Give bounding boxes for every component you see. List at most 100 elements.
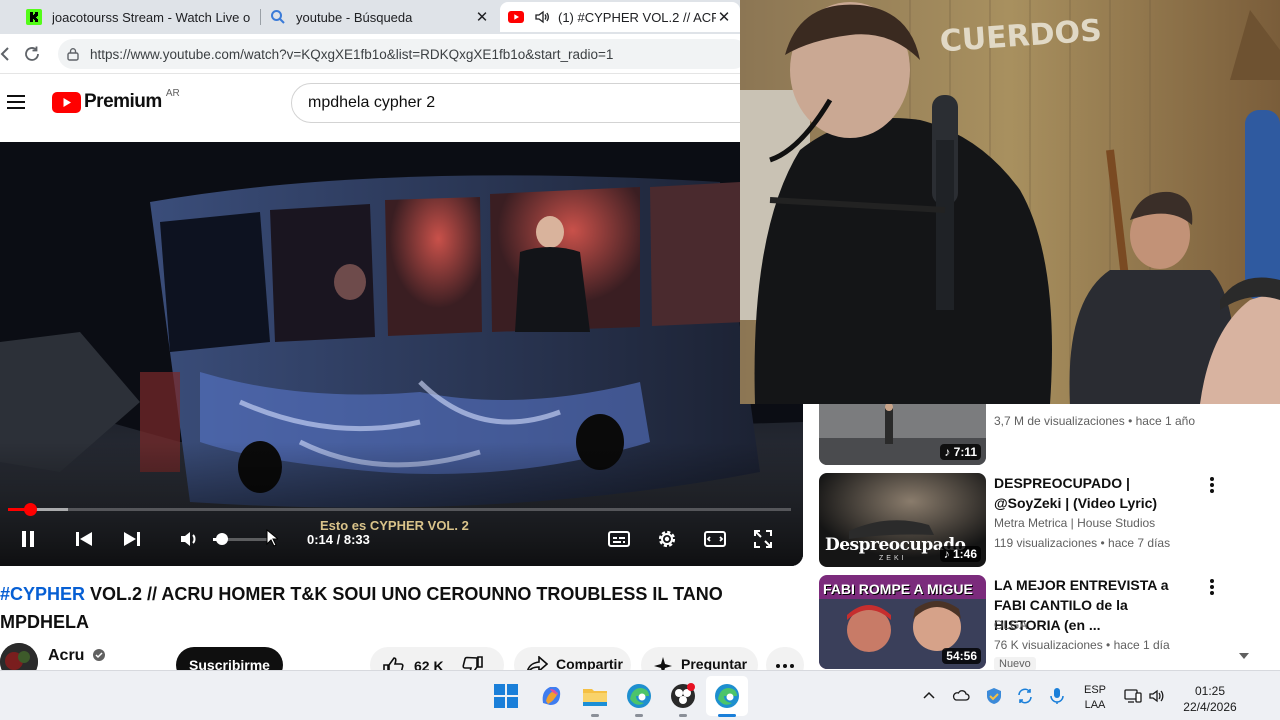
gear-icon — [658, 530, 676, 548]
security-shield-icon[interactable] — [985, 687, 1003, 705]
youtube-icon — [508, 11, 524, 23]
tab-divider — [260, 9, 261, 25]
thumbnail-text: FABI ROMPE A MIGUE — [823, 581, 973, 597]
youtube-logo-icon — [52, 91, 81, 113]
back-arrow-icon[interactable] — [0, 46, 10, 62]
speaker-icon[interactable] — [534, 9, 550, 25]
address-bar: https://www.youtube.com/watch?v=KQxgXE1f… — [0, 34, 748, 74]
fullscreen-icon — [754, 530, 772, 548]
webcam-overlay: CUERDOS — [740, 0, 1280, 404]
volume-icon — [181, 532, 196, 546]
duration: 1:46 — [952, 547, 977, 561]
chevron-up-icon[interactable] — [920, 687, 938, 705]
windows-taskbar: ESP LAA 01:25 22/4/2026 — [0, 670, 1280, 720]
mouse-cursor-icon — [266, 529, 278, 547]
skip-next-icon — [124, 532, 140, 546]
logo-text: Premium — [84, 91, 162, 112]
close-icon[interactable]: ✕ — [716, 8, 732, 26]
hamburger-menu-icon[interactable] — [7, 94, 25, 110]
mute-button[interactable] — [175, 526, 205, 552]
progress-scrubber[interactable] — [24, 503, 37, 516]
next-button[interactable] — [117, 526, 147, 552]
settings-button[interactable] — [652, 526, 682, 552]
theater-mode-button[interactable] — [700, 526, 730, 552]
close-icon[interactable]: ✕ — [474, 8, 490, 26]
recommendation-views: 76 K visualizaciones • hace 1 día — [994, 638, 1170, 652]
channel-name-link[interactable]: Acru — [48, 647, 105, 665]
clock-time: 01:25 — [1194, 684, 1226, 698]
recommendation-thumbnail[interactable]: FABI ROMPE A MIGUE 54:56 — [819, 575, 986, 669]
edge-icon[interactable] — [626, 683, 652, 709]
webcam-feed: CUERDOS — [740, 0, 1280, 404]
new-badge: Nuevo — [994, 657, 1036, 671]
onedrive-cloud-icon[interactable] — [952, 687, 970, 705]
hashtag-link[interactable]: #CYPHER — [0, 584, 85, 604]
channel-name: Acru — [48, 647, 85, 664]
youtube-premium-logo[interactable]: Premium AR — [52, 87, 180, 113]
recommendation-title[interactable]: DESPREOCUPADO | @SoyZeki | (Video Lyric) — [994, 473, 1194, 513]
time-display: 0:14 / 8:33 — [307, 532, 370, 547]
app-running-indicator — [635, 714, 643, 717]
video-title-text: VOL.2 // ACRU HOMER T&K SOUI UNO CEROUNN… — [0, 584, 723, 632]
recommendation-views: 3,7 M de visualizaciones • hace 1 año — [994, 414, 1195, 428]
youtube-masthead: Premium AR mpdhela cypher 2 — [0, 74, 751, 132]
app-running-indicator — [591, 714, 599, 717]
site-info-icon[interactable] — [66, 47, 80, 61]
tab-youtube-video[interactable]: (1) #CYPHER VOL.2 // ACRU ✕ — [500, 2, 740, 32]
url-field[interactable]: https://www.youtube.com/watch?v=KQxgXE1f… — [58, 39, 748, 69]
subtitles-icon — [608, 531, 630, 547]
recommendation-thumbnail[interactable]: ♪ 7:11 — [819, 394, 986, 465]
pause-button[interactable] — [13, 526, 43, 552]
duration: 7:11 — [953, 445, 977, 459]
recommendation-channel[interactable]: OLGA — [994, 618, 1027, 632]
language-code: ESP — [1083, 684, 1106, 696]
miniplayer-icon — [704, 531, 726, 547]
input-language-indicator[interactable]: ESP LAA — [1082, 683, 1108, 713]
system-clock[interactable]: 01:25 22/4/2026 — [1170, 683, 1250, 715]
speaker-volume-icon[interactable] — [1148, 687, 1166, 705]
windows-start-icon[interactable] — [493, 683, 519, 709]
tab-kick-stream[interactable]: joacotourss Stream - Watch Live o — [18, 2, 258, 32]
more-options-icon[interactable] — [1205, 576, 1219, 598]
tab-title: (1) #CYPHER VOL.2 // ACRU — [558, 9, 716, 25]
video-title: #CYPHER VOL.2 // ACRU HOMER T&K SOUI UNO… — [0, 580, 790, 636]
clock-date: 22/4/2026 — [1183, 700, 1237, 714]
url-text: https://www.youtube.com/watch?v=KQxgXE1f… — [90, 46, 614, 62]
microphone-icon[interactable] — [1048, 687, 1066, 705]
volume-knob[interactable] — [216, 533, 228, 545]
kick-icon — [26, 9, 42, 25]
recommendation-thumbnail[interactable]: Despreocupado ZEKI ♪ 1:46 — [819, 473, 986, 567]
network-icon[interactable] — [1124, 687, 1142, 705]
copilot-icon[interactable] — [538, 683, 564, 709]
subtitles-button[interactable] — [604, 526, 634, 552]
search-input[interactable]: mpdhela cypher 2 — [291, 83, 751, 123]
active-app-indicator — [718, 714, 736, 717]
more-options-icon[interactable] — [1205, 474, 1219, 496]
duration-badge: ♪ 7:11 — [940, 444, 981, 460]
music-note-icon: ♪ — [943, 547, 950, 561]
recommendation-channel[interactable]: Metra Metrica | House Studios — [994, 516, 1155, 530]
duration-badge: 54:56 — [942, 648, 981, 664]
previous-button[interactable] — [69, 526, 99, 552]
country-code: AR — [165, 87, 180, 99]
file-explorer-icon[interactable] — [582, 683, 608, 709]
recommendation-views: 119 visualizaciones • hace 7 días — [994, 536, 1171, 550]
duration-badge: ♪ 1:46 — [939, 546, 981, 562]
progress-bar[interactable] — [8, 508, 791, 511]
skip-previous-icon — [76, 532, 92, 546]
verified-icon — [92, 649, 105, 661]
thumbnail-subtext: ZEKI — [879, 555, 907, 562]
app-running-indicator — [679, 714, 687, 717]
reload-icon[interactable] — [22, 44, 42, 64]
chapter-title[interactable]: Esto es CYPHER VOL. 2 — [320, 518, 469, 533]
scroll-down-arrow-icon[interactable] — [1238, 652, 1250, 660]
search-query: mpdhela cypher 2 — [308, 94, 436, 111]
sync-icon[interactable] — [1016, 687, 1034, 705]
video-player[interactable]: Esto es CYPHER VOL. 2 0:14 / 8:33 — [0, 142, 803, 566]
music-note-icon: ♪ — [944, 445, 951, 459]
fullscreen-button[interactable] — [748, 526, 778, 552]
edge-active-icon[interactable] — [714, 683, 740, 709]
tab-youtube-search[interactable]: youtube - Búsqueda ✕ — [262, 2, 498, 32]
obs-studio-icon[interactable] — [670, 683, 696, 709]
browser-tab-bar: joacotourss Stream - Watch Live o youtub… — [0, 0, 740, 34]
